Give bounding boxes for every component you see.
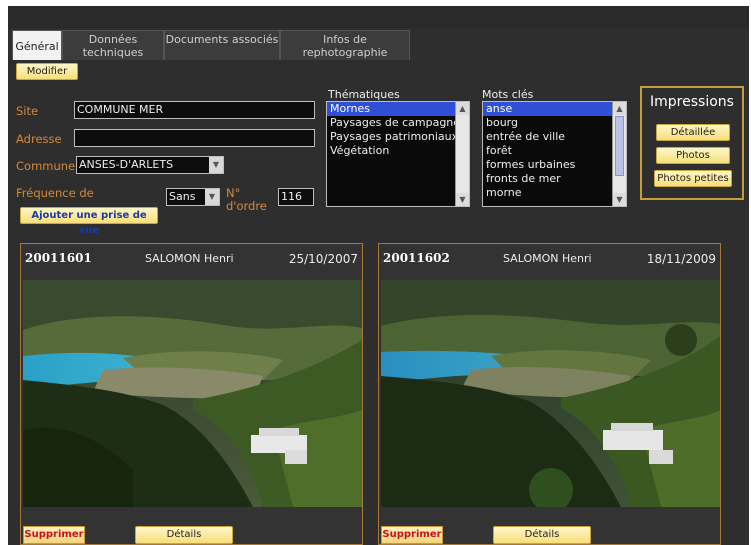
- details-button[interactable]: Détails: [135, 526, 233, 544]
- ordre-field[interactable]: 116: [278, 188, 314, 206]
- list-item[interactable]: fronts de mer: [483, 172, 626, 186]
- list-item[interactable]: entrée de ville: [483, 130, 626, 144]
- thematiques-title: Thématiques: [328, 88, 400, 101]
- list-item[interactable]: Paysages de campagne: [327, 116, 469, 130]
- scroll-down-icon[interactable]: ▼: [456, 193, 469, 206]
- frequence-value: Sans: [169, 190, 196, 203]
- list-item[interactable]: formes urbaines: [483, 158, 626, 172]
- photo-number: 20011602: [383, 251, 450, 265]
- photo-header: 20011602 SALOMON Henri 18/11/2009: [379, 244, 720, 276]
- tab-infos-rephotographie[interactable]: Infos de rephotographie: [280, 30, 410, 60]
- detaillee-button[interactable]: Détaillée: [656, 124, 730, 141]
- site-label: Site: [16, 104, 39, 118]
- supprimer-button[interactable]: Supprimer: [23, 526, 85, 544]
- details-button[interactable]: Détails: [493, 526, 591, 544]
- list-item[interactable]: anse: [483, 102, 626, 116]
- ordre-label: N° d'ordre: [226, 186, 267, 213]
- list-item[interactable]: morne: [483, 186, 626, 200]
- adresse-label: Adresse: [16, 132, 62, 146]
- list-item[interactable]: Végétation: [327, 144, 469, 158]
- tab-documents-associes[interactable]: Documents associés: [164, 30, 280, 60]
- scroll-down-icon[interactable]: ▼: [613, 193, 626, 206]
- commune-label: Commune: [16, 159, 76, 173]
- photo-panel: 20011602 SALOMON Henri 18/11/2009 Suppri…: [378, 243, 721, 545]
- frequence-select[interactable]: Sans ▼: [166, 188, 220, 206]
- supprimer-button[interactable]: Supprimer: [381, 526, 443, 544]
- photos-petites-button[interactable]: Photos petites: [654, 170, 732, 187]
- scroll-up-icon[interactable]: ▲: [456, 102, 469, 115]
- photos-button[interactable]: Photos: [656, 147, 730, 164]
- frequence-label: Fréquence de rephotographie: [16, 187, 105, 201]
- impressions-title: Impressions: [650, 94, 734, 110]
- top-bar: [8, 6, 749, 28]
- landscape-photo[interactable]: [381, 280, 720, 507]
- mots-cles-title: Mots clés: [482, 88, 534, 101]
- site-field[interactable]: COMMUNE MER: [74, 101, 315, 119]
- chevron-down-icon[interactable]: ▼: [209, 157, 223, 173]
- adresse-field[interactable]: [74, 129, 315, 147]
- landscape-photo[interactable]: [23, 280, 362, 507]
- scrollbar[interactable]: ▲ ▼: [455, 102, 469, 206]
- commune-value: ANSES-D'ARLETS: [79, 158, 174, 171]
- commune-select[interactable]: ANSES-D'ARLETS ▼: [76, 156, 224, 174]
- list-item[interactable]: Paysages patrimoniaux: [327, 130, 469, 144]
- impressions-panel: Impressions Détaillée Photos Photos peti…: [640, 86, 744, 200]
- photo-date: 18/11/2009: [646, 252, 716, 266]
- list-item[interactable]: bourg: [483, 116, 626, 130]
- photo-number: 20011601: [25, 251, 92, 265]
- scroll-thumb[interactable]: [615, 116, 624, 176]
- mots-cles-listbox[interactable]: anse bourg entrée de ville forêt formes …: [482, 101, 627, 207]
- photo-date: 25/10/2007: [288, 252, 358, 266]
- modifier-button[interactable]: Modifier: [16, 63, 78, 80]
- photo-author: SALOMON Henri: [145, 252, 234, 265]
- ajouter-prise-de-vue-button[interactable]: Ajouter une prise de vue: [20, 207, 158, 236]
- chevron-down-icon[interactable]: ▼: [205, 189, 219, 205]
- list-item[interactable]: Mornes: [327, 102, 469, 116]
- photo-author: SALOMON Henri: [503, 252, 592, 265]
- list-item[interactable]: forêt: [483, 144, 626, 158]
- scrollbar[interactable]: ▲ ▼: [612, 102, 626, 206]
- photo-panel: 20011601 SALOMON Henri 25/10/2007 Suppri…: [20, 243, 363, 545]
- thematiques-listbox[interactable]: Mornes Paysages de campagne Paysages pat…: [326, 101, 470, 207]
- scroll-up-icon[interactable]: ▲: [613, 102, 626, 115]
- tab-donnees-techniques[interactable]: Données techniques: [62, 30, 164, 60]
- photo-header: 20011601 SALOMON Henri 25/10/2007: [21, 244, 362, 276]
- app-window: Général Données techniques Documents ass…: [8, 6, 749, 545]
- tab-general[interactable]: Général: [12, 30, 62, 60]
